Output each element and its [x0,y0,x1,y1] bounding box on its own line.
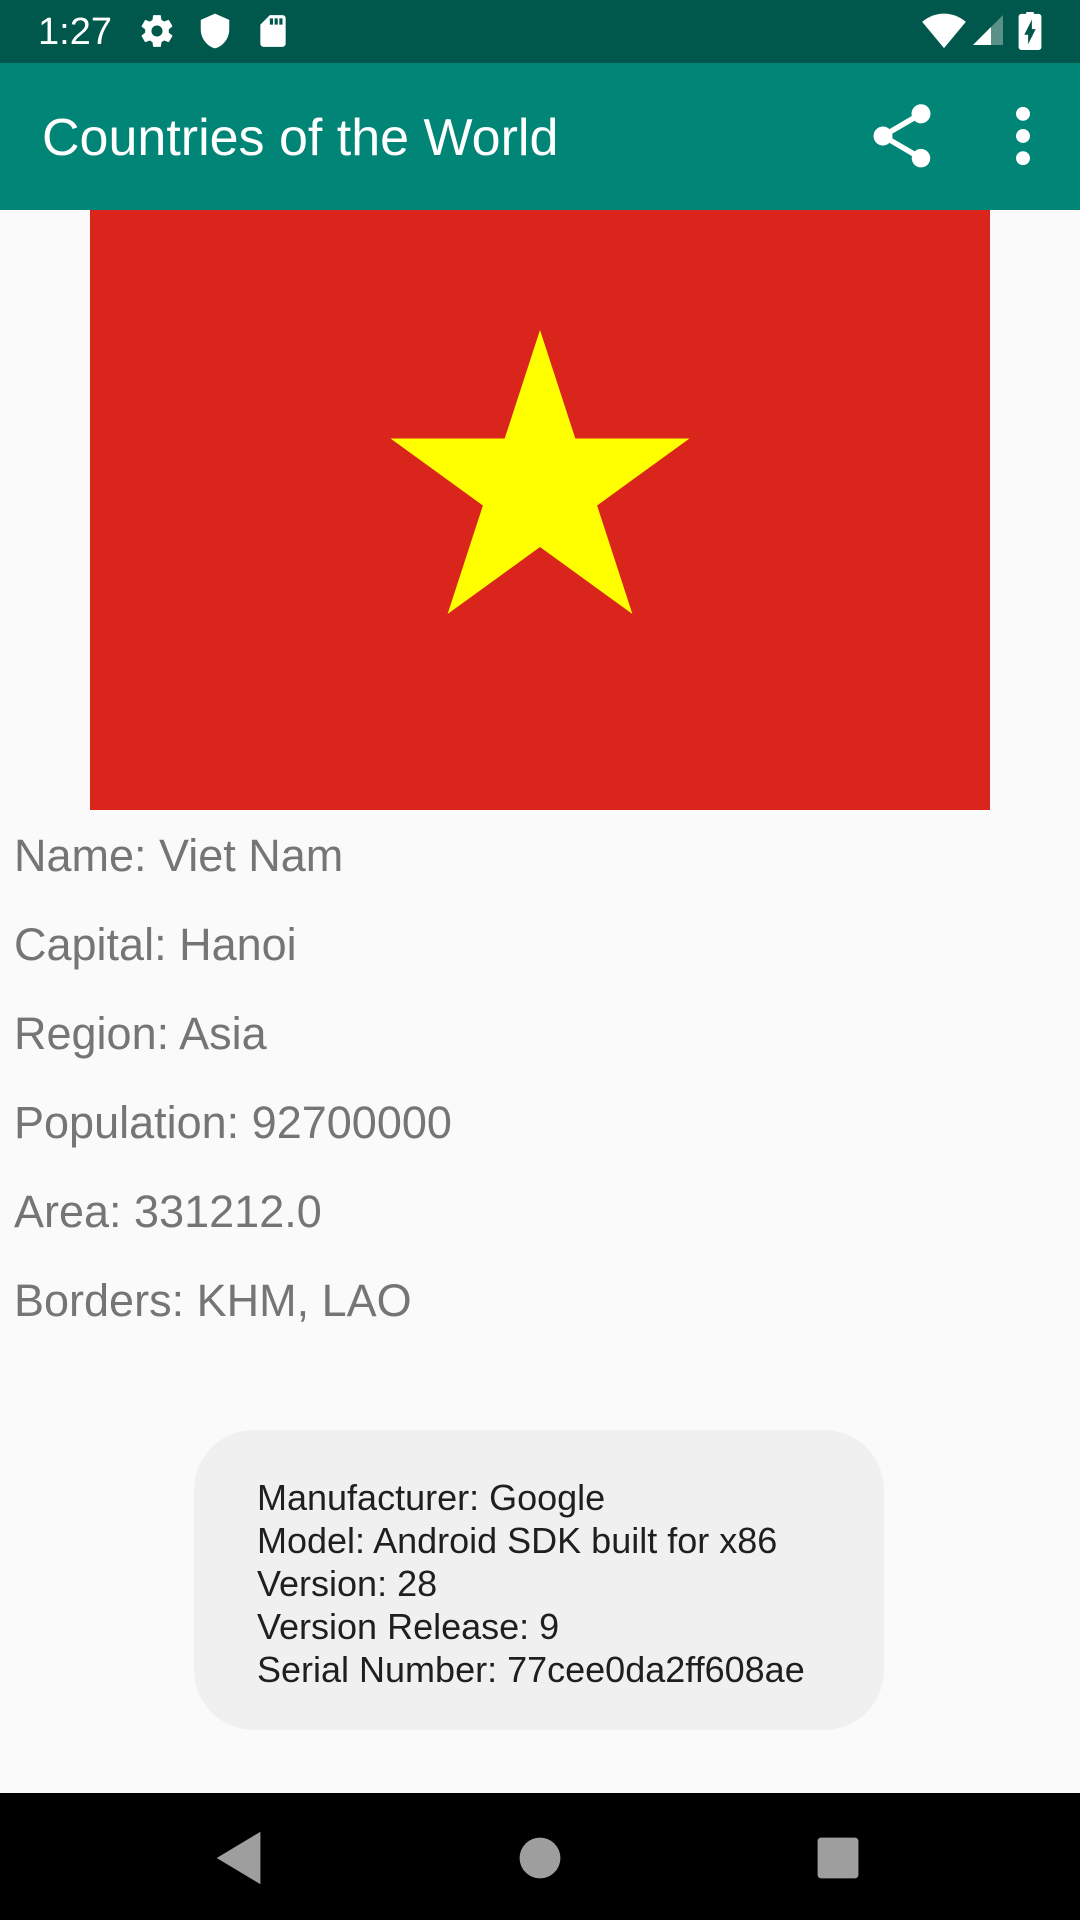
toast-version-release: Version Release: 9 [257,1606,560,1647]
wifi-icon [922,10,966,55]
cell-signal-icon [970,12,1006,53]
battery-charging-icon [1018,12,1042,55]
country-region: Region: Asia [14,1008,267,1059]
status-bar: 1:27 [0,0,1080,63]
country-borders: Borders: KHM, LAO [14,1275,412,1326]
shield-icon [196,12,234,55]
toast-manufacturer: Manufacturer: Google [257,1477,606,1518]
recents-icon [817,1837,859,1879]
settings-icon [138,12,176,55]
home-button[interactable] [505,1823,575,1893]
toast-model: Model: Android SDK built for x86 [257,1520,778,1561]
app-bar: Countries of the World [0,63,1080,210]
device-info-toast: Manufacturer: Google Model: Android SDK … [194,1430,884,1730]
recents-button[interactable] [803,1823,873,1893]
back-button[interactable] [205,1823,275,1893]
country-capital: Capital: Hanoi [14,919,297,970]
back-icon [216,1831,261,1885]
home-icon [519,1837,561,1879]
navigation-bar [0,1793,1080,1920]
toast-serial-number: Serial Number: 77cee0da2ff608ae [257,1649,805,1690]
share-icon [873,104,931,168]
share-button[interactable] [864,98,940,174]
country-flag [90,210,990,810]
sd-card-icon [254,12,292,55]
more-options-button[interactable] [1000,98,1046,174]
country-population: Population: 92700000 [14,1097,452,1148]
more-options-icon [1016,106,1030,166]
country-area: Area: 331212.0 [14,1186,322,1237]
country-name: Name: Viet Nam [14,830,344,881]
status-time: 1:27 [38,11,112,53]
toast-version: Version: 28 [257,1563,438,1604]
app-title: Countries of the World [42,109,559,167]
